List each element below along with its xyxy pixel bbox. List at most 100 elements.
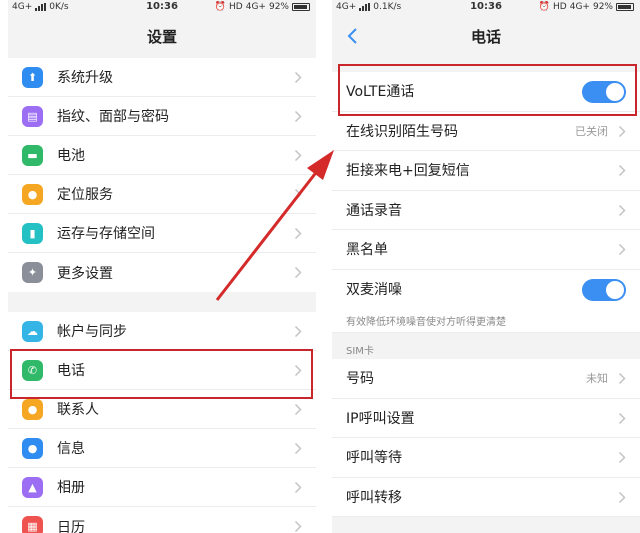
settings-item-label: 电池 — [57, 148, 85, 164]
chevron-right-icon — [294, 481, 302, 494]
settings-item-fingerprint[interactable]: ▤ 指纹、面部与密码 — [8, 97, 316, 136]
page-title: 设置 — [146, 27, 177, 46]
network-type-2: 4G+ — [245, 2, 266, 12]
phone-setting-row[interactable]: 拒接来电+回复短信 — [332, 151, 640, 191]
phone-setting-label: 通话录音 — [346, 202, 402, 219]
gallery-icon: ▲ — [22, 477, 43, 498]
dual-mic-label: 双麦消噪 — [346, 282, 402, 299]
calendar-icon: ▦ — [22, 516, 43, 533]
settings-item-calendar[interactable]: ▦ 日历 — [8, 507, 316, 533]
phone-icon: ✆ — [22, 360, 43, 381]
phone-setting-label: 呼叫等待 — [346, 450, 402, 467]
phone-setting-label: 黑名单 — [346, 242, 388, 259]
settings-screen: 4G+ 0K/s 10:36 ⏰ HD 4G+ 92% 设置 ⬆ 系统升级 ▤ 指纹、… — [8, 0, 316, 533]
settings-item-contacts[interactable]: ● 联系人 — [8, 390, 316, 429]
settings-item-label: 运存与存储空间 — [57, 226, 155, 242]
settings-item-gallery[interactable]: ▲ 相册 — [8, 468, 316, 507]
settings-group-system: ⬆ 系统升级 ▤ 指纹、面部与密码 ▬ 电池 ● 定位服务 ▮ 运存与存储空间 ✦ 更多设置 — [8, 58, 316, 292]
settings-item-label: 定位服务 — [57, 187, 113, 203]
settings-group-apps: ☁ 帐户与同步 ✆ 电话 ● 联系人 ● 信息 ▲ 相册 ▦ 日历 — [8, 312, 316, 533]
phone-setting-label: 在线识别陌生号码 — [346, 123, 458, 140]
chevron-right-icon — [294, 266, 302, 279]
chevron-right-icon — [618, 243, 626, 256]
chevron-right-icon — [294, 325, 302, 338]
phone-setting-row[interactable]: 在线识别陌生号码 已关闭 — [332, 111, 640, 151]
system-update-icon: ⬆ — [22, 67, 43, 88]
page-title: 电话 — [470, 27, 501, 46]
settings-item-storage[interactable]: ▮ 运存与存储空间 — [8, 214, 316, 253]
dual-mic-toggle[interactable] — [582, 278, 626, 301]
cloud-icon: ☁ — [22, 321, 43, 342]
settings-item-label: 指纹、面部与密码 — [57, 109, 169, 125]
settings-item-label: 相册 — [57, 480, 85, 496]
status-bar: 4G+ 0.1K/s 10:36 ⏰ HD 4G+ 92% — [332, 0, 640, 16]
chevron-right-icon — [618, 204, 626, 216]
dual-mic-hint: 有效降低环境噪音使对方听得更清楚 — [332, 309, 640, 333]
battery-level: 92% — [592, 2, 613, 12]
phone-setting-row[interactable]: IP呼叫设置 — [332, 398, 640, 438]
nav-bar: 设置 — [8, 18, 316, 54]
phone-setting-label: 呼叫转移 — [346, 489, 402, 506]
battery-level: 92% — [268, 2, 289, 12]
settings-item-message[interactable]: ● 信息 — [8, 429, 316, 468]
phone-settings-screen: 4G+ 0.1K/s 10:36 ⏰ HD 4G+ 92% 电话 VoLTE通话… — [332, 0, 640, 533]
alarm-icon: ⏰ — [214, 2, 227, 12]
battery-status-icon — [616, 3, 634, 11]
settings-item-battery[interactable]: ▬ 电池 — [8, 136, 316, 175]
settings-item-label: 帐户与同步 — [57, 324, 127, 340]
chevron-right-icon — [294, 442, 302, 455]
settings-item-cloud[interactable]: ☁ 帐户与同步 — [8, 312, 316, 351]
settings-item-wrench[interactable]: ✦ 更多设置 — [8, 253, 316, 292]
back-arrow-icon[interactable] — [346, 27, 360, 45]
phone-setting-label: IP呼叫设置 — [346, 410, 415, 427]
phone-setting-label: 拒接来电+回复短信 — [346, 163, 470, 180]
phone-setting-row[interactable]: 号码 未知 — [332, 359, 640, 399]
chevron-right-icon — [294, 227, 302, 240]
volte-row[interactable]: VoLTE通话 — [332, 72, 640, 112]
hd-indicator: HD — [553, 2, 567, 12]
status-right: ⏰ HD 4G+ 92% — [215, 2, 310, 12]
phone-setting-value: 已关闭 — [575, 124, 608, 138]
phone-setting-row[interactable]: 呼叫等待 — [332, 438, 640, 478]
dual-mic-row[interactable]: 双麦消噪 — [332, 269, 640, 309]
phone-setting-row[interactable]: 呼叫转移 — [332, 477, 640, 517]
settings-item-label: 日历 — [57, 519, 85, 533]
chevron-right-icon — [618, 491, 626, 503]
phone-setting-value: 未知 — [586, 372, 608, 386]
fingerprint-icon: ▤ — [22, 106, 43, 127]
chevron-right-icon — [618, 164, 626, 177]
chevron-right-icon — [618, 412, 626, 424]
alarm-icon: ⏰ — [538, 2, 551, 12]
volte-label: VoLTE通话 — [346, 84, 415, 101]
settings-item-label: 信息 — [57, 441, 85, 457]
network-type-2: 4G+ — [569, 2, 590, 12]
volte-toggle[interactable] — [582, 81, 626, 103]
status-bar: 4G+ 0K/s 10:36 ⏰ HD 4G+ 92% — [8, 0, 316, 16]
phone-setting-label: 号码 — [346, 371, 374, 388]
settings-item-system-update[interactable]: ⬆ 系统升级 — [8, 58, 316, 97]
chevron-right-icon — [618, 451, 626, 464]
chevron-right-icon — [618, 125, 626, 137]
settings-item-label: 电话 — [57, 363, 85, 379]
phone-setting-row[interactable]: 通话录音 — [332, 190, 640, 230]
chevron-right-icon — [294, 403, 302, 416]
status-right: ⏰ HD 4G+ 92% — [539, 2, 634, 12]
chevron-right-icon — [294, 520, 302, 533]
settings-item-location[interactable]: ● 定位服务 — [8, 175, 316, 214]
settings-item-label: 系统升级 — [57, 70, 113, 86]
message-icon: ● — [22, 438, 43, 459]
settings-item-label: 联系人 — [57, 402, 99, 418]
settings-item-label: 更多设置 — [57, 265, 113, 282]
nav-bar: 电话 — [332, 18, 640, 54]
chevron-right-icon — [294, 110, 302, 123]
phone-setting-row[interactable]: 黑名单 — [332, 230, 640, 270]
location-icon: ● — [22, 184, 43, 205]
phone-settings-list: VoLTE通话 在线识别陌生号码 已关闭拒接来电+回复短信 通话录音黑名单 双麦消噪… — [332, 72, 640, 517]
chevron-right-icon — [618, 372, 626, 385]
chevron-right-icon — [294, 364, 302, 377]
storage-icon: ▮ — [22, 223, 43, 244]
battery-status-icon — [292, 3, 310, 11]
hd-indicator: HD — [229, 2, 243, 12]
battery-icon: ▬ — [22, 145, 43, 166]
settings-item-phone[interactable]: ✆ 电话 — [8, 351, 316, 390]
